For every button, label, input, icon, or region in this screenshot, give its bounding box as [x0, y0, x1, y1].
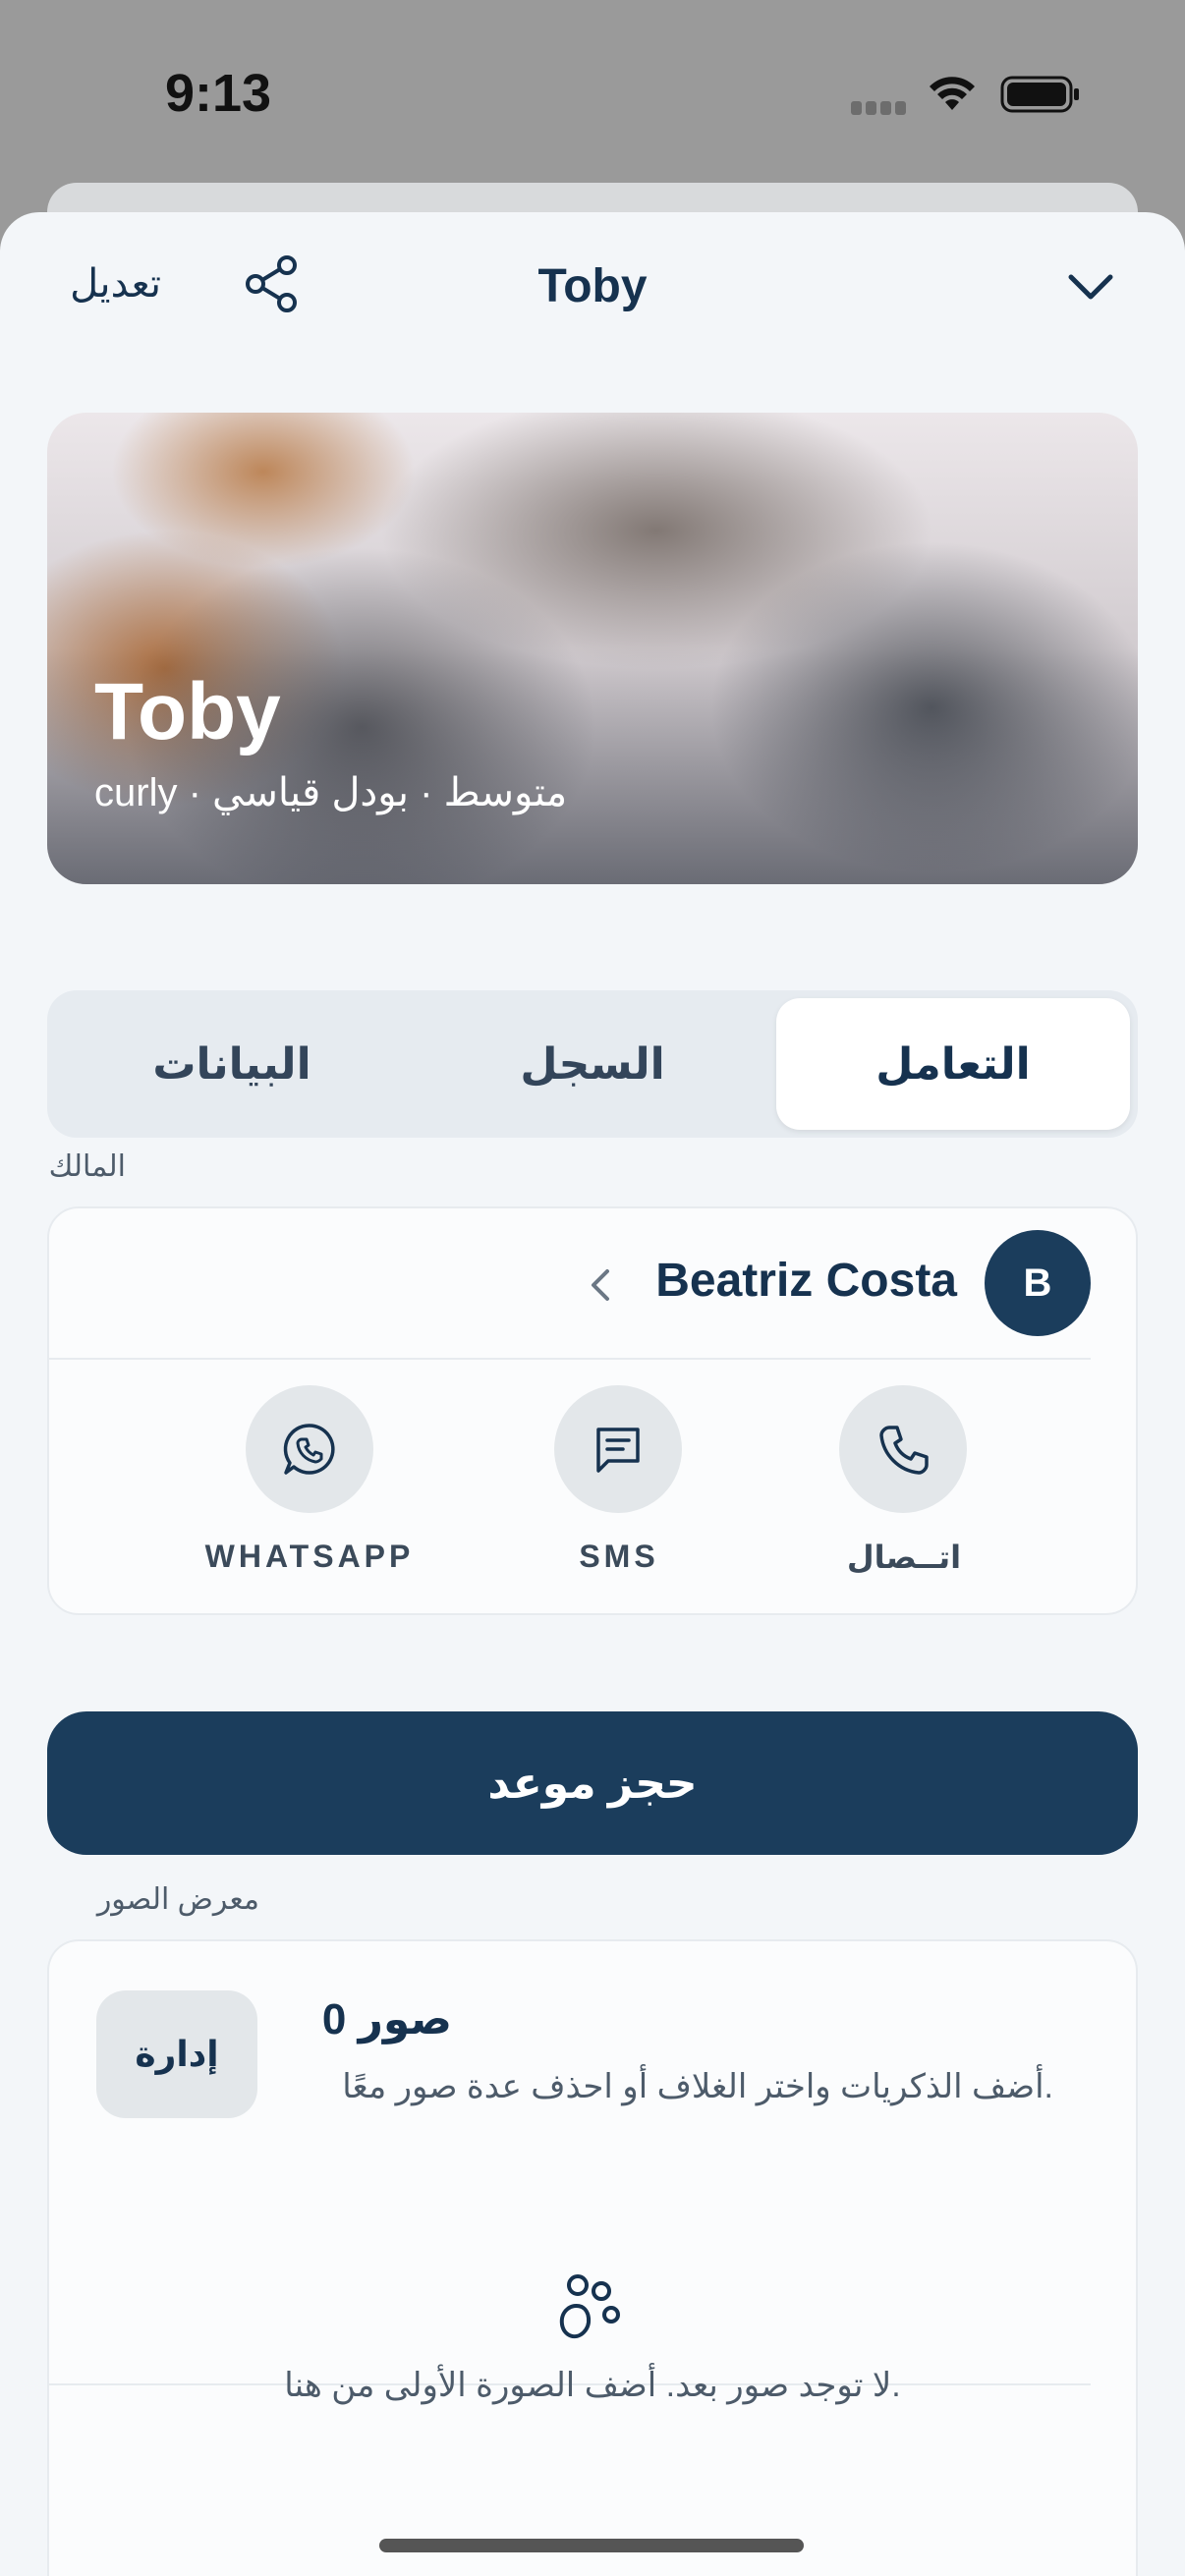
gallery-empty-state: لا توجد صور بعد. أضف الصورة الأولى من هن… [47, 2254, 1138, 2576]
battery-icon [1000, 76, 1079, 113]
gallery-description: أضف الذكريات واختر الغلاف أو احذف عدة صو… [342, 2068, 1053, 2105]
manage-photos-button[interactable]: إدارة [96, 1990, 257, 2118]
cellular-signal-icon [851, 101, 908, 115]
sms-button[interactable] [554, 1385, 682, 1513]
pet-detail-sheet: تعديل Toby Toby curly · متوسط · بودل قيا… [0, 212, 1185, 2576]
status-bar: 9:13 [0, 0, 1185, 187]
whatsapp-button[interactable] [246, 1385, 373, 1513]
segmented-tabs: التعامل السجل البيانات [47, 990, 1138, 1138]
pet-name: Toby [94, 667, 281, 756]
page-title: Toby [537, 260, 648, 312]
sms-label: SMS [579, 1539, 659, 1574]
pet-breed-info: curly · متوسط · بودل قياسي [94, 771, 568, 814]
divider [49, 1358, 1091, 1360]
book-appointment-button[interactable]: حجز موعد [47, 1711, 1138, 1855]
gallery-section-label: معرض الصور [96, 1883, 259, 1916]
tab-history[interactable]: السجل [416, 998, 769, 1130]
pet-cover-photo: Toby curly · متوسط · بودل قياسي [47, 413, 1138, 884]
photos-count: 0 صور [321, 1995, 452, 2044]
wifi-icon [930, 77, 975, 110]
whatsapp-icon [283, 1424, 335, 1475]
avatar: B [985, 1230, 1091, 1336]
phone-icon [879, 1426, 929, 1475]
call-label: اتــصال [846, 1540, 962, 1575]
status-time: 9:13 [165, 64, 272, 123]
paw-icon [559, 2274, 620, 2339]
owner-section-label: المالك [48, 1150, 126, 1183]
chevron-down-icon[interactable] [1063, 267, 1118, 307]
tab-data[interactable]: البيانات [55, 998, 409, 1130]
chevron-left-icon[interactable] [588, 1267, 613, 1303]
owner-name[interactable]: Beatriz Costa [655, 1254, 957, 1308]
tab-handling[interactable]: التعامل [776, 998, 1130, 1130]
owner-card: B Beatriz Costa اتــصال SMS WHATSAPP [47, 1206, 1138, 1615]
call-button[interactable] [839, 1385, 967, 1513]
message-icon [596, 1428, 640, 1473]
whatsapp-label: WHATSAPP [204, 1539, 415, 1574]
home-indicator[interactable] [379, 2539, 804, 2552]
gallery-empty-text: لا توجد صور بعد. أضف الصورة الأولى من هن… [284, 2367, 901, 2404]
